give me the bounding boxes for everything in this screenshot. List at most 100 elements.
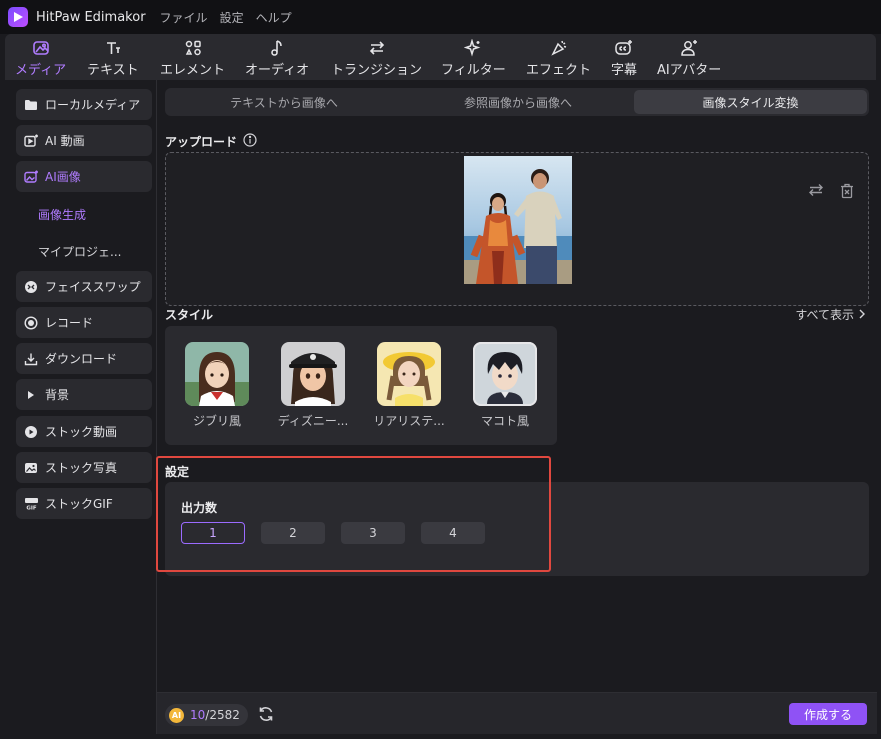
tab-filter[interactable]: フィルター xyxy=(441,38,506,78)
style-name: ジブリ風 xyxy=(192,414,241,428)
sidebar-item-background[interactable]: 背景 xyxy=(16,379,152,410)
sidebar-sub-image-generation[interactable]: 画像生成 xyxy=(38,206,86,223)
style-thumb-disney xyxy=(281,342,345,406)
uploaded-photo xyxy=(464,156,572,284)
output-count-label: 出力数 xyxy=(181,501,218,515)
subtab-bar: テキストから画像へ 参照画像から画像へ 画像スタイル変換 xyxy=(165,88,869,116)
style-list: ジブリ風 ディズニー... リアリステ... マコト風 xyxy=(165,326,557,445)
credits-used: 10 xyxy=(190,708,206,722)
style-card-realistic[interactable]: リアリステ... xyxy=(373,342,445,429)
style-card-disney[interactable]: ディズニー... xyxy=(278,342,348,429)
text-icon xyxy=(104,38,122,58)
face-swap-icon xyxy=(23,280,39,294)
app-logo xyxy=(8,7,28,27)
output-count-4[interactable]: 4 xyxy=(421,522,485,544)
main-toolbar: メディア テキスト エレメント オーディオ トランジション フィルター エフェク… xyxy=(5,34,876,80)
sidebar-item-label: AI 動画 xyxy=(45,134,85,148)
tab-media[interactable]: メディア xyxy=(15,38,66,78)
tab-filter-label: フィルター xyxy=(441,63,506,78)
filter-icon xyxy=(464,38,482,58)
tab-text-label: テキスト xyxy=(87,63,139,78)
sidebar-item-ai-image[interactable]: AI画像 xyxy=(16,161,152,192)
sidebar-item-stock-video[interactable]: ストック動画 xyxy=(16,416,152,447)
output-count-1[interactable]: 1 xyxy=(181,522,245,544)
tab-transition-label: トランジション xyxy=(331,63,423,78)
elements-icon xyxy=(184,38,202,58)
style-thumb-ghibli xyxy=(185,342,249,406)
sidebar-item-label: ストック動画 xyxy=(45,425,118,439)
chevron-right-icon xyxy=(858,308,866,322)
tab-transition[interactable]: トランジション xyxy=(331,38,422,78)
output-count-2[interactable]: 2 xyxy=(261,522,325,544)
tab-media-label: メディア xyxy=(15,63,67,78)
show-all-link[interactable]: すべて表示 xyxy=(795,306,866,323)
record-icon xyxy=(23,315,39,330)
style-name: リアリステ... xyxy=(373,414,445,428)
style-thumb-makoto xyxy=(473,342,537,406)
tab-ai-avatar[interactable]: AIアバター xyxy=(657,38,721,78)
sidebar-item-label: ローカルメディア xyxy=(45,98,141,112)
transition-icon xyxy=(368,38,386,58)
subtab-text-to-image[interactable]: テキストから画像へ xyxy=(167,90,401,114)
sidebar-item-label: ダウンロード xyxy=(45,352,118,366)
sidebar-item-label: ストック写真 xyxy=(45,461,118,475)
tab-audio[interactable]: オーディオ xyxy=(245,38,309,78)
output-count-3[interactable]: 3 xyxy=(341,522,405,544)
credits-total: /2582 xyxy=(205,708,240,722)
info-icon[interactable] xyxy=(243,133,257,150)
subtab-image-to-image[interactable]: 参照画像から画像へ xyxy=(401,90,635,114)
settings-title: 設定 xyxy=(165,465,190,479)
avatar-icon xyxy=(679,38,699,58)
footer-bar: AI 10/2582 作成する xyxy=(157,692,877,734)
sidebar-item-download[interactable]: ダウンロード xyxy=(16,343,152,374)
folder-icon xyxy=(23,99,39,111)
swap-icon[interactable] xyxy=(808,183,824,200)
audio-icon xyxy=(268,38,286,58)
sidebar-item-label: ストックGIF xyxy=(45,497,113,511)
sidebar-item-stock-gif[interactable]: GIF ストックGIF xyxy=(16,488,152,519)
delete-icon[interactable] xyxy=(840,183,854,202)
tab-text[interactable]: テキスト xyxy=(87,38,139,78)
tab-effect[interactable]: エフェクト xyxy=(526,38,591,78)
coin-icon: AI xyxy=(169,707,184,723)
refresh-icon[interactable] xyxy=(257,705,275,726)
tab-audio-label: オーディオ xyxy=(245,63,310,78)
stock-video-icon xyxy=(23,425,39,439)
app-window: HitPaw Edimakor ファイル 設定 ヘルプ メディア テキスト エレ… xyxy=(0,0,881,739)
upload-title: アップロード xyxy=(165,135,238,149)
sidebar-item-stock-photo[interactable]: ストック写真 xyxy=(16,452,152,483)
create-button[interactable]: 作成する xyxy=(789,703,867,725)
gif-icon: GIF xyxy=(23,497,39,510)
sidebar-item-record[interactable]: レコード xyxy=(16,307,152,338)
tab-elements[interactable]: エレメント xyxy=(160,38,225,78)
sidebar-sub-my-projects[interactable]: マイプロジェ... xyxy=(38,243,121,260)
sidebar-item-local-media[interactable]: ローカルメディア xyxy=(16,89,152,120)
sidebar-item-face-swap[interactable]: フェイススワップ xyxy=(16,271,152,302)
menu-settings[interactable]: 設定 xyxy=(220,9,244,26)
download-icon xyxy=(23,352,39,366)
tab-subtitle-label: 字幕 xyxy=(611,63,638,78)
style-name: マコト風 xyxy=(480,414,529,428)
title-bar: HitPaw Edimakor ファイル 設定 ヘルプ xyxy=(0,0,881,34)
style-thumb-realistic xyxy=(377,342,441,406)
sidebar-item-ai-video[interactable]: AI 動画 xyxy=(16,125,152,156)
sidebar-item-label: 背景 xyxy=(45,388,70,402)
sidebar-item-label: フェイススワップ xyxy=(45,280,141,294)
subtab-style-transfer[interactable]: 画像スタイル変換 xyxy=(634,90,867,114)
ai-image-icon xyxy=(23,170,39,183)
tab-ai-avatar-label: AIアバター xyxy=(657,63,722,78)
upload-section-title: アップロード xyxy=(165,133,257,150)
style-name: ディズニー... xyxy=(277,414,349,428)
tab-subtitle[interactable]: 字幕 xyxy=(611,38,637,78)
style-card-makoto[interactable]: マコト風 xyxy=(473,342,537,429)
menu-file[interactable]: ファイル xyxy=(160,9,208,26)
sidebar: ローカルメディア AI 動画 AI画像 画像生成 マイプロジェ... フェイスス… xyxy=(5,80,156,734)
tab-elements-label: エレメント xyxy=(160,63,226,78)
credits-badge: AI 10/2582 xyxy=(165,704,248,726)
sidebar-item-label: AI画像 xyxy=(45,170,81,184)
sidebar-item-label: レコード xyxy=(45,316,94,330)
upload-area[interactable] xyxy=(165,152,869,306)
app-title: HitPaw Edimakor xyxy=(36,9,146,25)
menu-help[interactable]: ヘルプ xyxy=(256,9,292,26)
style-card-ghibli[interactable]: ジブリ風 xyxy=(185,342,249,429)
